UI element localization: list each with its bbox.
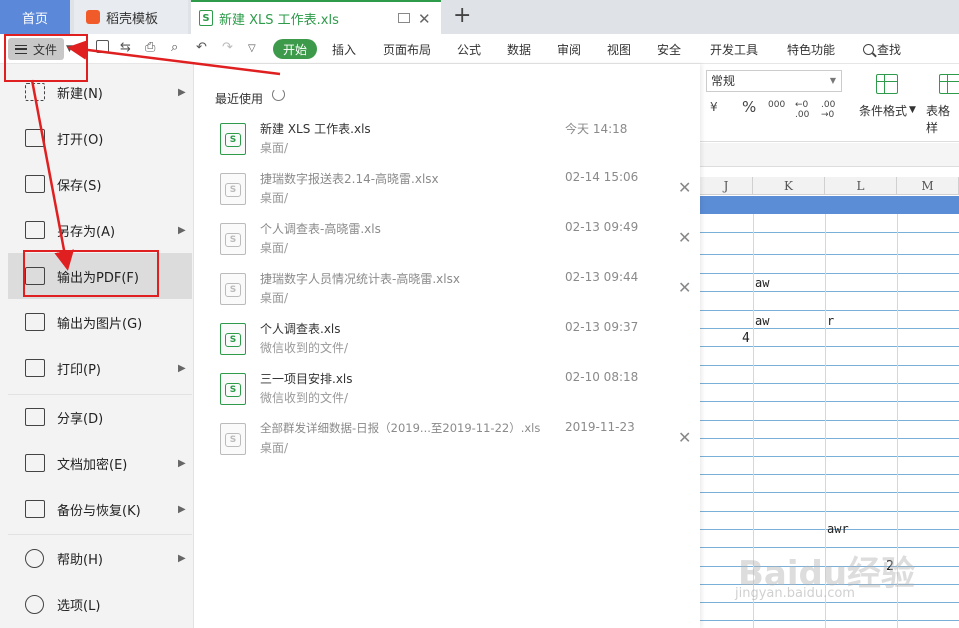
annotation-arrow-to-file xyxy=(67,39,281,76)
wps-window: 首页 稻壳模板 S 新建 XLS 工作表.xls ✕ + 文件 ▼ ⇆ ⎙ ⌕ … xyxy=(0,0,959,628)
annotation-arrows xyxy=(30,39,281,271)
annotation-arrow-to-pdf xyxy=(30,79,75,271)
